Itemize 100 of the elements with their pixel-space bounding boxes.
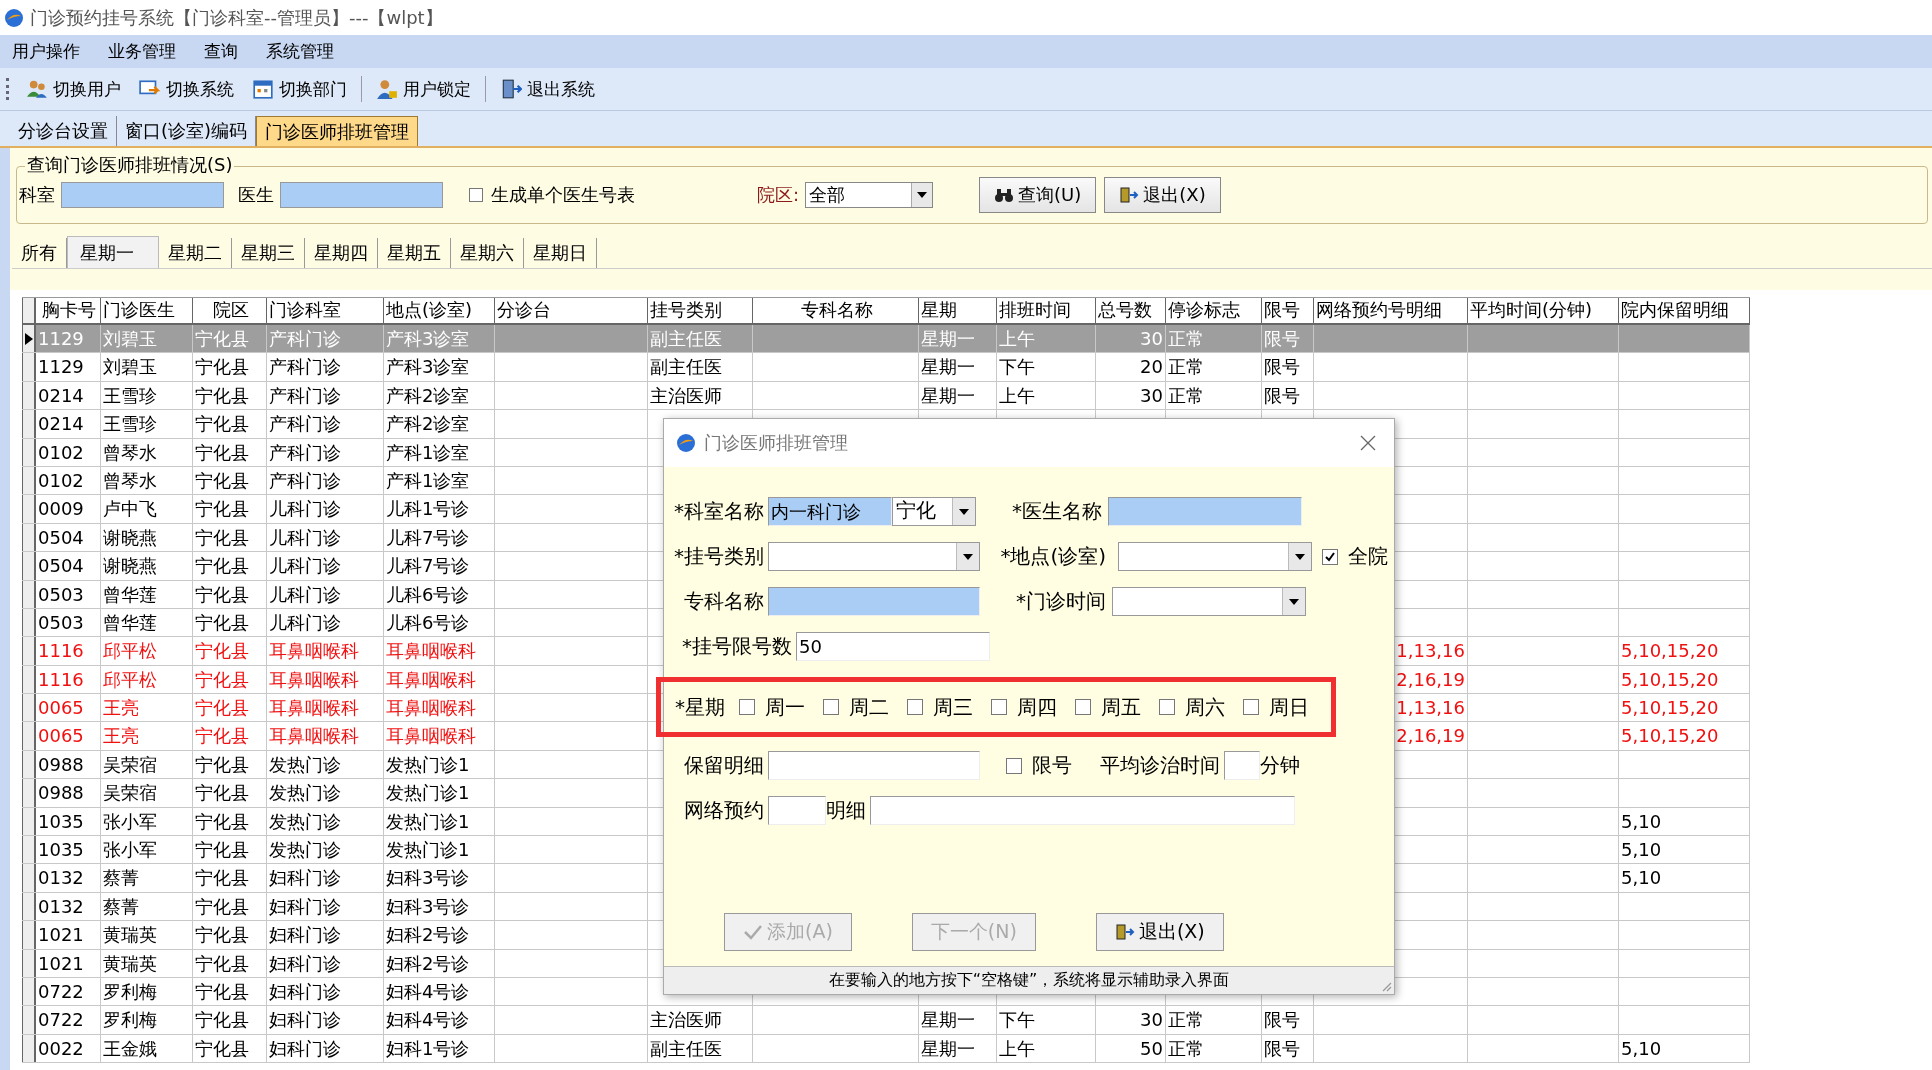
column-header[interactable]: 院区 [193, 298, 267, 323]
table-cell: 产科门诊 [269, 441, 341, 463]
column-header[interactable]: 排班时间 [997, 298, 1096, 323]
day-tab[interactable]: 星期日 [524, 238, 597, 268]
caret-icon [959, 508, 969, 515]
column-header[interactable]: 门诊医生 [101, 298, 193, 323]
column-header[interactable]: 院内保留明细 [1619, 298, 1750, 323]
table-cell: 产科门诊 [269, 413, 341, 435]
table-cell: 副主任医 [650, 1037, 722, 1059]
column-header[interactable]: 胸卡号 [36, 298, 101, 323]
checkbox[interactable] [739, 699, 755, 715]
column-header[interactable]: 专科名称 [753, 298, 919, 323]
group-title: 查询门诊医师排班情况(S) [25, 153, 235, 177]
table-cell: 0102 [38, 441, 84, 463]
menu-item[interactable]: 业务管理 [108, 40, 176, 63]
reserve-detail-field[interactable] [768, 751, 980, 780]
table-row[interactable]: 1129 刘碧玉 宁化县 产科门诊 产科3诊室 副主任医 星期一 下午 20 正常 限号 [22, 353, 1750, 382]
checkbox[interactable] [1243, 699, 1259, 715]
table-cell: 1021 [38, 924, 84, 946]
field-label: *星期 [675, 693, 725, 721]
toolbar-button[interactable]: 退出系统 [496, 75, 599, 103]
location-dropdown[interactable] [1118, 542, 1312, 571]
table-cell: 邱平松 [103, 668, 157, 690]
table-cell: 发热门诊1 [386, 839, 470, 861]
table-cell: 宁化县 [195, 498, 249, 520]
toolbar-button[interactable]: 用户锁定 [372, 75, 475, 103]
column-header[interactable]: 停诊标志 [1166, 298, 1262, 323]
column-header[interactable]: 平均时间(分钟) [1468, 298, 1619, 323]
status-text: 在要输入的地方按下“空格键”，系统将显示辅助录入界面 [828, 970, 1230, 991]
query-button[interactable]: 退出(X) [1104, 177, 1221, 213]
column-header[interactable]: 网络预约号明细 [1314, 298, 1468, 323]
checkbox[interactable] [907, 699, 923, 715]
checkbox[interactable] [1159, 699, 1175, 715]
tab[interactable]: 分诊台设置 [10, 116, 117, 146]
query-button[interactable]: 查询(U) [979, 177, 1097, 213]
day-tab[interactable]: 星期五 [378, 238, 451, 268]
campus-dropdown[interactable]: 宁化 [892, 497, 976, 526]
toolbar-button[interactable]: 切换系统 [135, 75, 238, 103]
doctor-field[interactable] [280, 182, 443, 208]
table-row[interactable]: 0722 罗利梅 宁化县 妇科门诊 妇科4号诊 主治医师 星期一 下午 30 正常 限号 [22, 1006, 1750, 1035]
tab[interactable]: 门诊医师排班管理 [256, 116, 419, 146]
doctor-name-field[interactable] [1108, 497, 1302, 526]
table-row[interactable]: 0022 王金娥 宁化县 妇科门诊 妇科1号诊 副主任医 星期一 上午 50 正常 限号 5,10 [22, 1034, 1750, 1064]
day-tab[interactable]: 星期六 [451, 238, 524, 268]
column-header[interactable]: 地点(诊室) [384, 298, 495, 323]
online-detail-field[interactable] [870, 796, 1295, 825]
field-label: *医生名称 [1011, 498, 1102, 525]
table-cell: 妇科门诊 [269, 924, 341, 946]
table-cell: 1129 [38, 356, 84, 378]
menu-item[interactable]: 用户操作 [12, 40, 80, 63]
clinic-time-dropdown[interactable] [1112, 587, 1306, 616]
table-cell: 发热门诊1 [386, 753, 470, 775]
day-tab[interactable]: 星期一 [67, 236, 159, 268]
avg-time-field[interactable] [1224, 751, 1260, 780]
day-tab[interactable]: 星期四 [305, 238, 378, 268]
table-cell: 产科3诊室 [386, 328, 470, 349]
table-cell: 妇科门诊 [269, 1037, 341, 1059]
checkbox[interactable] [469, 188, 483, 202]
table-cell: 儿科门诊 [269, 611, 341, 633]
checkbox[interactable] [1075, 699, 1091, 715]
menu-item[interactable]: 系统管理 [266, 40, 334, 63]
door-exit-icon [500, 78, 522, 100]
checkbox[interactable] [823, 699, 839, 715]
close-icon[interactable] [1360, 435, 1376, 451]
online-booking-field[interactable] [768, 796, 826, 825]
column-header[interactable]: 挂号类别 [648, 298, 753, 323]
resize-grip-icon[interactable] [1380, 980, 1392, 992]
specialty-field[interactable] [768, 587, 980, 616]
day-tab[interactable]: 星期三 [232, 238, 305, 268]
unit-label: 分钟 [1260, 752, 1300, 779]
checkbox[interactable] [991, 699, 1007, 715]
checkbox[interactable] [1006, 757, 1022, 774]
column-header[interactable]: 星期 [919, 298, 997, 323]
dialog-button[interactable]: 退出(X) [1095, 913, 1224, 951]
registration-type-dropdown[interactable] [768, 542, 980, 571]
column-header[interactable]: 总号数 [1096, 298, 1166, 323]
table-cell: 发热门诊 [269, 782, 341, 804]
dept-name-field[interactable]: 内一科门诊 [768, 497, 892, 526]
menu-item[interactable]: 查询 [204, 40, 238, 63]
table-row[interactable]: 0214 王雪珍 宁化县 产科门诊 产科2诊室 主治医师 星期一 上午 30 正常 限号 [22, 381, 1750, 411]
dept-field[interactable] [61, 182, 224, 208]
table-cell: 星期一 [921, 356, 975, 378]
checkbox[interactable] [1322, 548, 1338, 565]
table-cell: 50 [1140, 1037, 1163, 1059]
table-cell: 5,10 [1621, 810, 1662, 832]
campus-dropdown[interactable]: 全部 [805, 182, 934, 208]
table-cell: 宁化县 [195, 924, 249, 946]
column-header[interactable]: 门诊科室 [267, 298, 384, 323]
table-cell: 曾琴水 [103, 441, 157, 463]
day-tab[interactable]: 星期二 [159, 238, 232, 268]
table-cell: 0503 [38, 583, 84, 605]
toolbar-button[interactable]: 切换用户 [22, 75, 125, 103]
toolbar-button[interactable]: 切换部门 [248, 75, 351, 103]
column-header[interactable]: 限号 [1262, 298, 1314, 323]
row-indicator[interactable] [22, 325, 36, 353]
table-cell: 上午 [999, 1037, 1035, 1059]
field-label: *科室名称 [673, 498, 764, 525]
table-cell: 儿科门诊 [269, 555, 341, 577]
column-header[interactable]: 分诊台 [495, 298, 648, 323]
quota-field[interactable]: 50 [796, 632, 990, 661]
